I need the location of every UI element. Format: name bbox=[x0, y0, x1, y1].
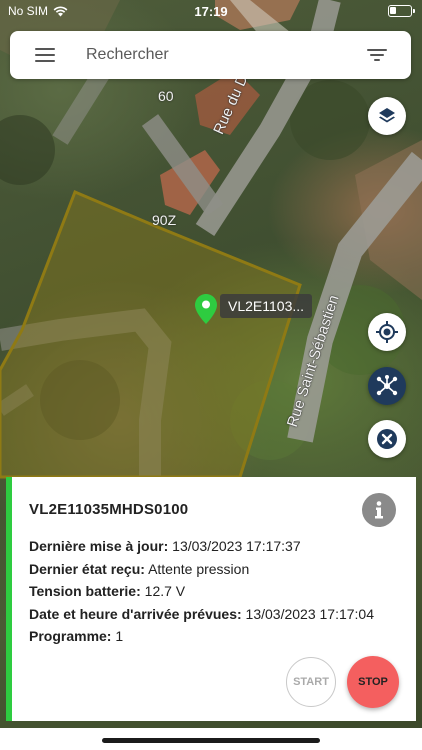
start-button[interactable]: START bbox=[286, 657, 336, 707]
building-number-label: 90Z bbox=[152, 212, 177, 228]
detail-label: Dernier état reçu: bbox=[29, 560, 145, 577]
info-icon bbox=[375, 501, 383, 519]
detail-value: 1 bbox=[115, 628, 124, 644]
detail-value: 13/03/2023 17:17:04 bbox=[245, 605, 375, 622]
detail-row: Tension batterie: 12.7 V bbox=[29, 583, 374, 606]
device-info-panel: VL2E11035MHDS0100 Dernière mise à jour: … bbox=[6, 477, 416, 721]
detail-row: Programme: 1 bbox=[29, 628, 374, 651]
detail-row: Dernier état reçu: Attente pression bbox=[29, 561, 374, 584]
detail-label: Date et heure d'arrivée prévues: bbox=[29, 605, 242, 622]
network-button[interactable] bbox=[368, 367, 406, 405]
layers-icon bbox=[379, 108, 395, 123]
hamburger-menu-icon[interactable] bbox=[35, 48, 55, 62]
info-button[interactable] bbox=[362, 493, 396, 527]
device-details: Dernière mise à jour: 13/03/2023 17:17:3… bbox=[29, 538, 374, 651]
detail-label: Programme: bbox=[29, 628, 112, 644]
close-button[interactable] bbox=[368, 420, 406, 458]
locate-me-button[interactable] bbox=[368, 313, 406, 351]
layers-button[interactable] bbox=[368, 97, 406, 135]
detail-row: Dernière mise à jour: 13/03/2023 17:17:3… bbox=[29, 538, 374, 561]
battery-icon bbox=[388, 5, 415, 17]
detail-value: 13/03/2023 17:17:37 bbox=[172, 538, 301, 554]
location-pin-icon bbox=[195, 294, 217, 324]
detail-value: Attente pression bbox=[148, 560, 250, 577]
building-number-label: 60 bbox=[158, 88, 174, 104]
stop-button[interactable]: STOP bbox=[347, 656, 399, 708]
my-location-icon bbox=[376, 321, 398, 343]
status-bar: No SIM 17:19 bbox=[0, 0, 422, 22]
vehicle-marker[interactable] bbox=[195, 294, 217, 324]
close-icon bbox=[377, 429, 397, 449]
search-input[interactable] bbox=[86, 43, 356, 67]
detail-value: 12.7 V bbox=[144, 583, 186, 599]
home-indicator[interactable] bbox=[102, 738, 320, 743]
vehicle-marker-label[interactable]: VL2E1103... bbox=[220, 294, 313, 318]
search-bar bbox=[10, 31, 411, 79]
network-icon bbox=[376, 375, 398, 396]
detail-row: Date et heure d'arrivée prévues: 13/03/2… bbox=[29, 606, 374, 629]
detail-label: Tension batterie: bbox=[29, 583, 141, 599]
clock: 17:19 bbox=[194, 4, 228, 19]
filter-icon[interactable] bbox=[367, 49, 387, 62]
battery-level bbox=[390, 7, 396, 14]
detail-label: Dernière mise à jour: bbox=[29, 538, 169, 554]
device-id-title: VL2E11035MHDS0100 bbox=[29, 501, 189, 518]
